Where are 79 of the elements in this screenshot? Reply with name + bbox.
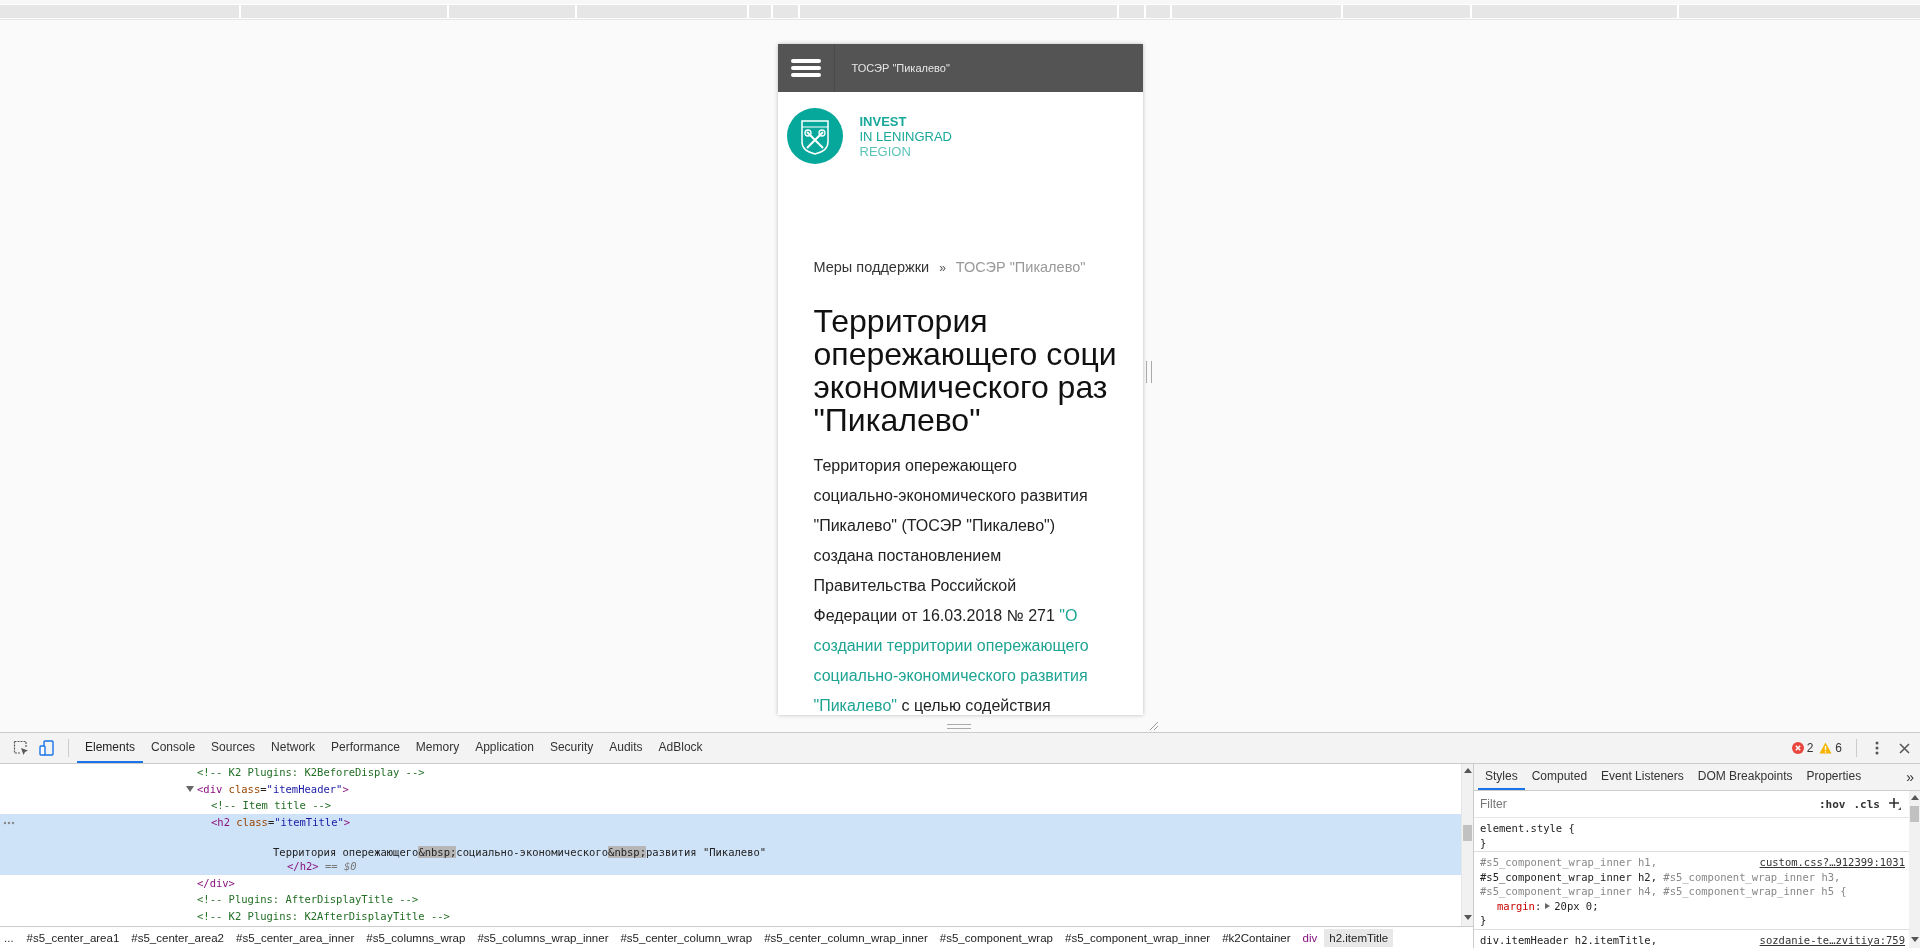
page-title: Территория опережающего соци экономического раз "Пикалево" <box>813 305 1118 437</box>
menu-icon[interactable] <box>790 58 821 78</box>
devtools-tab[interactable]: Audits <box>601 733 651 763</box>
class-toggle-button[interactable]: .cls <box>1849 797 1884 811</box>
expand-triangle-icon[interactable] <box>1545 902 1551 909</box>
devtools-tab[interactable]: Console <box>143 733 204 763</box>
coat-of-arms-logo <box>786 108 843 164</box>
breadcrumb-item[interactable]: #k2Container <box>1217 928 1296 947</box>
logo-text: REGION <box>859 143 912 159</box>
breadcrumb-item[interactable]: #s5_columns_wrap <box>361 928 471 947</box>
closing-brace: } <box>1480 913 1488 928</box>
breadcrumb-overflow[interactable]: ... <box>4 931 14 944</box>
styles-tab[interactable]: Styles <box>1478 764 1525 790</box>
more-options-icon[interactable] <box>1875 741 1879 755</box>
logo-text: INVEST <box>859 113 908 129</box>
resize-handle-icon[interactable] <box>946 724 971 729</box>
styles-tab[interactable]: Event Listeners <box>1594 764 1691 790</box>
css-selector: #s5_component_wrap_inner h3, <box>1662 870 1841 883</box>
resize-corner-icon[interactable] <box>1148 721 1159 731</box>
breadcrumb-item[interactable]: div <box>1297 928 1323 947</box>
css-selector: #s5_component_wrap_inner h2, <box>1480 870 1657 883</box>
breadcrumb-item[interactable]: #s5_center_column_wrap <box>615 928 758 947</box>
vertical-scrollbar[interactable] <box>1909 791 1920 948</box>
css-selector: div.itemHeader h2.itemTitle, <box>1480 933 1657 946</box>
breadcrumb-item[interactable]: #s5_component_wrap <box>934 928 1058 947</box>
hover-state-button[interactable]: :hov <box>1815 797 1850 811</box>
code-line[interactable]: Территория опережающего&nbsp;социально-экономического&nbsp;развития "Пикалево" <box>273 846 767 858</box>
closing-brace: } <box>1480 835 1488 850</box>
breadcrumb-item[interactable]: #s5_center_column_wrap_inner <box>759 928 933 947</box>
devtools-tab[interactable]: Performance <box>323 733 408 763</box>
breadcrumb-link[interactable]: Меры поддержки <box>813 259 930 275</box>
source-link[interactable]: custom.css?…912399:1031 <box>1759 855 1905 870</box>
css-colon: : <box>1534 898 1542 913</box>
devtools-tab[interactable]: Elements <box>77 733 144 763</box>
code-line[interactable]: <h2 class="itemTitle"> <box>211 815 351 828</box>
styles-tab[interactable]: Computed <box>1524 764 1595 790</box>
logo-text: IN LENINGRAD <box>859 128 952 144</box>
devtools-tab[interactable]: Memory <box>407 733 468 763</box>
css-property: margin <box>1497 898 1535 913</box>
code-line[interactable]: </h2> == $0 <box>287 860 357 873</box>
vertical-scrollbar[interactable] <box>1461 764 1473 926</box>
breadcrumb-separator: » <box>939 261 946 275</box>
breadcrumb-item[interactable]: #s5_center_area1 <box>21 928 125 947</box>
inspect-element-icon[interactable] <box>13 740 29 756</box>
code-line[interactable]: <!-- K2 Plugins: K2AfterDisplayTitle --> <box>197 909 450 922</box>
code-line[interactable]: <!-- K2 Plugins: K2BeforeDisplay --> <box>197 766 425 779</box>
breadcrumb-item[interactable]: #s5_center_area_inner <box>231 928 360 947</box>
error-count: 2 <box>1806 741 1814 755</box>
plus-icon[interactable] <box>1888 797 1902 811</box>
device-toggle-icon[interactable] <box>39 740 55 756</box>
warning-count: 6 <box>1835 741 1842 755</box>
css-selector: element.style { <box>1480 822 1575 834</box>
breadcrumb-item[interactable]: #s5_component_wrap_inner <box>1060 928 1216 947</box>
devtools-tab[interactable]: Sources <box>203 733 264 763</box>
close-icon[interactable] <box>1899 742 1910 754</box>
code-line[interactable]: <div class="itemHeader"> <box>197 782 349 795</box>
code-line[interactable]: <!-- Plugins: AfterDisplayTitle --> <box>197 893 419 906</box>
devtools-tab[interactable]: Security <box>541 733 602 763</box>
devtools-tab[interactable]: Application <box>467 733 542 763</box>
code-line[interactable]: </div> <box>197 876 235 889</box>
body-paragraph: Территория опережающего социально-экономического развития "Пикалево" (ТОСЭР "Пикалево") создана постановлением Правительства Российской Федерации от 16.03.2018 № 271 "О создании территории опережающего социально-экономического развития "Пикалево" с целью содействия <box>813 456 1090 715</box>
breadcrumb-current: ТОСЭР "Пикалево" <box>955 259 1086 275</box>
resize-handle-icon[interactable] <box>1145 361 1152 383</box>
breadcrumb-item[interactable]: #s5_center_area2 <box>126 928 230 947</box>
breadcrumb-item[interactable]: h2.itemTitle <box>1324 928 1394 947</box>
code-line[interactable]: <!-- Item title --> <box>211 799 332 812</box>
ellipsis-icon[interactable] <box>3 820 15 825</box>
breadcrumb-item[interactable]: #s5_columns_wrap_inner <box>472 928 614 947</box>
css-value: 20px 0; <box>1554 898 1599 913</box>
styles-tab[interactable]: Properties <box>1799 764 1869 790</box>
site-header-title: ТОСЭР "Пикалево" <box>851 62 950 74</box>
css-selector: #s5_component_wrap_inner h4, #s5_component_wrap_inner h5 { <box>1480 885 1847 897</box>
devtools-tab[interactable]: AdBlock <box>650 733 711 763</box>
expand-triangle-icon[interactable] <box>186 785 194 792</box>
error-icon[interactable] <box>1791 742 1804 754</box>
css-selector: #s5_component_wrap_inner h1, <box>1480 856 1657 868</box>
more-tabs-button[interactable]: » <box>1900 769 1920 785</box>
styles-tab[interactable]: DOM Breakpoints <box>1690 764 1800 790</box>
devtools-tab[interactable]: Network <box>263 733 324 763</box>
